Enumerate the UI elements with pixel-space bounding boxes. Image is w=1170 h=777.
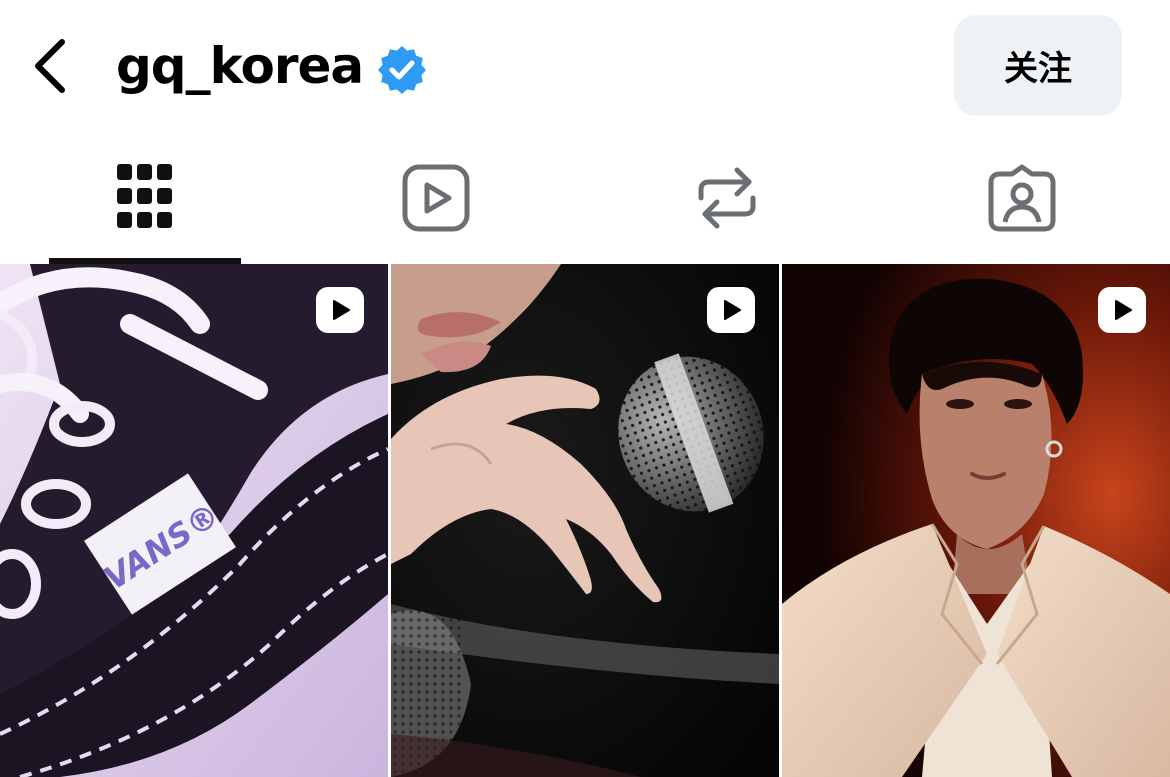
repost-icon — [698, 167, 756, 229]
post-thumbnail: VANS® — [0, 264, 388, 777]
username: gq_korea — [116, 37, 364, 95]
reels-play-icon — [402, 164, 470, 232]
grid-item[interactable] — [391, 264, 779, 777]
profile-header: gq_korea 关注 — [0, 0, 1170, 132]
reel-play-icon — [724, 300, 741, 320]
tagged-person-icon — [988, 164, 1056, 232]
tab-reposts[interactable] — [631, 132, 823, 264]
reel-badge — [707, 287, 755, 333]
grid-item[interactable]: VANS® — [0, 264, 388, 777]
reel-play-icon — [1115, 300, 1132, 320]
verified-badge-icon — [377, 44, 427, 94]
tab-reels[interactable] — [340, 132, 532, 264]
back-button[interactable] — [18, 28, 78, 104]
reel-badge — [1098, 287, 1146, 333]
profile-title: gq_korea — [116, 30, 427, 102]
profile-tabs — [0, 132, 1170, 264]
post-thumbnail — [391, 264, 779, 777]
tab-tagged[interactable] — [926, 132, 1118, 264]
chevron-left-icon — [35, 39, 65, 93]
post-thumbnail — [782, 264, 1170, 777]
grid-icon — [117, 164, 172, 228]
tab-posts[interactable] — [49, 132, 241, 264]
reel-badge — [316, 287, 364, 333]
follow-button[interactable]: 关注 — [954, 15, 1122, 116]
reel-play-icon — [333, 300, 350, 320]
grid-item[interactable] — [782, 264, 1170, 777]
posts-grid: VANS® — [0, 264, 1170, 777]
